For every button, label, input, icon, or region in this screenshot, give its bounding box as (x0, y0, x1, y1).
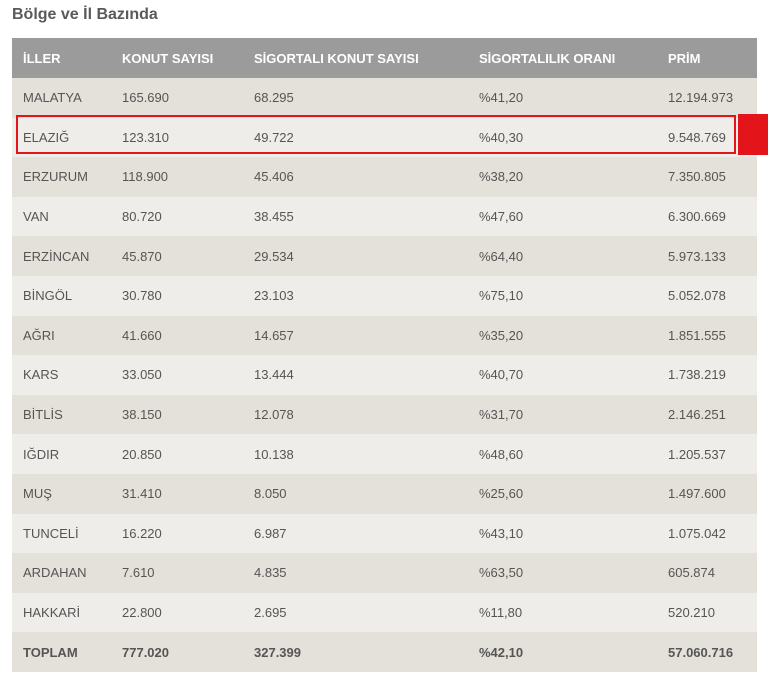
cell-total-insured-count: 327.399 (254, 644, 301, 660)
cell-province: ERZİNCAN (23, 248, 90, 264)
cell-housing-count: 45.870 (122, 248, 162, 264)
cell-insurance-rate: %41,20 (479, 90, 524, 106)
cell-total-housing-count: 777.020 (122, 644, 169, 660)
cell-province: ELAZIĞ (23, 129, 70, 145)
cell-housing-count: 31.410 (122, 486, 162, 502)
cell-insurance-rate: %64,40 (479, 248, 524, 264)
province-insurance-table: İLLER KONUT SAYISI SİGORTALI KONUT SAYIS… (12, 38, 757, 672)
table-row: KARS 33.050 13.444 %40,70 1.738.219 (12, 355, 757, 395)
cell-housing-count: 123.310 (122, 129, 169, 145)
cell-housing-count: 165.690 (122, 90, 169, 106)
cell-province: ERZURUM (23, 169, 88, 185)
cell-province: HAKKARİ (23, 605, 81, 621)
cell-insurance-rate: %40,70 (479, 367, 524, 383)
page-title: Bölge ve İl Bazında (12, 6, 158, 23)
cell-insurance-rate: %31,70 (479, 407, 524, 423)
cell-total-label: TOPLAM (23, 644, 78, 660)
cell-insured-count: 10.138 (254, 446, 294, 462)
cell-insured-count: 45.406 (254, 169, 294, 185)
cell-insured-count: 23.103 (254, 288, 294, 304)
cell-province: AĞRI (23, 327, 55, 343)
cell-insurance-rate: %47,60 (479, 209, 524, 225)
cell-premium: 5.973.133 (668, 248, 726, 264)
header-insured-housing-count: SİGORTALI KONUT SAYISI (254, 50, 419, 66)
cell-housing-count: 80.720 (122, 209, 162, 225)
cell-premium: 5.052.078 (668, 288, 726, 304)
table-row-highlighted: ELAZIĞ 123.310 49.722 %40,30 9.548.769 (12, 117, 757, 158)
cell-total-premium: 57.060.716 (668, 644, 734, 660)
table-row: TUNCELİ 16.220 6.987 %43,10 1.075.042 (12, 513, 757, 554)
cell-insured-count: 6.987 (254, 525, 287, 541)
cell-insurance-rate: %43,10 (479, 525, 524, 541)
cell-insurance-rate: %63,50 (479, 565, 524, 581)
header-insurance-rate: SİGORTALILIK ORANI (479, 50, 616, 66)
table-total-row: TOPLAM 777.020 327.399 %42,10 57.060.716 (12, 632, 757, 672)
cell-housing-count: 33.050 (122, 367, 162, 383)
table-row: IĞDIR 20.850 10.138 %48,60 1.205.537 (12, 434, 757, 474)
cell-insured-count: 8.050 (254, 486, 287, 502)
cell-premium: 7.350.805 (668, 169, 726, 185)
cell-insurance-rate: %75,10 (479, 288, 524, 304)
cell-housing-count: 7.610 (122, 565, 155, 581)
table-row: AĞRI 41.660 14.657 %35,20 1.851.555 (12, 315, 757, 356)
cell-housing-count: 41.660 (122, 327, 162, 343)
cell-insured-count: 29.534 (254, 248, 294, 264)
cell-province: ARDAHAN (23, 565, 87, 581)
cell-insured-count: 13.444 (254, 367, 294, 383)
header-provinces: İLLER (23, 50, 61, 66)
cell-housing-count: 20.850 (122, 446, 162, 462)
table-row: HAKKARİ 22.800 2.695 %11,80 520.210 (12, 592, 757, 633)
table-row: MUŞ 31.410 8.050 %25,60 1.497.600 (12, 473, 757, 514)
cell-province: BİTLİS (23, 407, 63, 423)
cell-insured-count: 4.835 (254, 565, 287, 581)
cell-insurance-rate: %38,20 (479, 169, 524, 185)
region-province-table-container: İLLER KONUT SAYISI SİGORTALI KONUT SAYIS… (12, 38, 757, 672)
table-header-row: İLLER KONUT SAYISI SİGORTALI KONUT SAYIS… (12, 38, 757, 78)
table-row: ERZURUM 118.900 45.406 %38,20 7.350.805 (12, 157, 757, 197)
cell-housing-count: 16.220 (122, 525, 162, 541)
cell-housing-count: 30.780 (122, 288, 162, 304)
cell-insurance-rate: %40,30 (479, 129, 524, 145)
cell-province: BİNGÖL (23, 288, 73, 304)
cell-province: TUNCELİ (23, 525, 79, 541)
cell-housing-count: 22.800 (122, 605, 162, 621)
cell-premium: 605.874 (668, 565, 715, 581)
cell-insured-count: 12.078 (254, 407, 294, 423)
cell-premium: 1.497.600 (668, 486, 726, 502)
cell-premium: 12.194.973 (668, 90, 734, 106)
table-row: BİNGÖL 30.780 23.103 %75,10 5.052.078 (12, 275, 757, 316)
table-row: ERZİNCAN 45.870 29.534 %64,40 5.973.133 (12, 236, 757, 276)
cell-housing-count: 118.900 (122, 169, 169, 185)
cell-insurance-rate: %35,20 (479, 327, 524, 343)
cell-premium: 520.210 (668, 605, 715, 621)
cell-premium: 1.075.042 (668, 525, 726, 541)
cell-insured-count: 68.295 (254, 90, 294, 106)
table-row: MALATYA 165.690 68.295 %41,20 12.194.973 (12, 78, 757, 118)
cell-premium: 1.851.555 (668, 327, 726, 343)
cell-province: MUŞ (23, 486, 52, 502)
table-row: VAN 80.720 38.455 %47,60 6.300.669 (12, 196, 757, 237)
cell-insurance-rate: %25,60 (479, 486, 524, 502)
table-row: BİTLİS 38.150 12.078 %31,70 2.146.251 (12, 394, 757, 435)
cell-premium: 1.205.537 (668, 446, 726, 462)
cell-insured-count: 2.695 (254, 605, 287, 621)
cell-premium: 6.300.669 (668, 209, 726, 225)
cell-housing-count: 38.150 (122, 407, 162, 423)
row-highlight-marker (738, 114, 768, 155)
cell-total-insurance-rate: %42,10 (479, 644, 524, 660)
table-row: ARDAHAN 7.610 4.835 %63,50 605.874 (12, 553, 757, 593)
cell-insurance-rate: %48,60 (479, 446, 524, 462)
cell-province: MALATYA (23, 90, 82, 106)
cell-insured-count: 38.455 (254, 209, 294, 225)
cell-insured-count: 14.657 (254, 327, 294, 343)
cell-insurance-rate: %11,80 (479, 605, 523, 621)
cell-premium: 2.146.251 (668, 407, 726, 423)
cell-province: IĞDIR (23, 446, 60, 462)
header-housing-count: KONUT SAYISI (122, 50, 214, 66)
cell-premium: 1.738.219 (668, 367, 726, 383)
cell-province: VAN (23, 209, 49, 225)
cell-insured-count: 49.722 (254, 129, 294, 145)
header-premium: PRİM (668, 50, 701, 66)
cell-province: KARS (23, 367, 59, 383)
